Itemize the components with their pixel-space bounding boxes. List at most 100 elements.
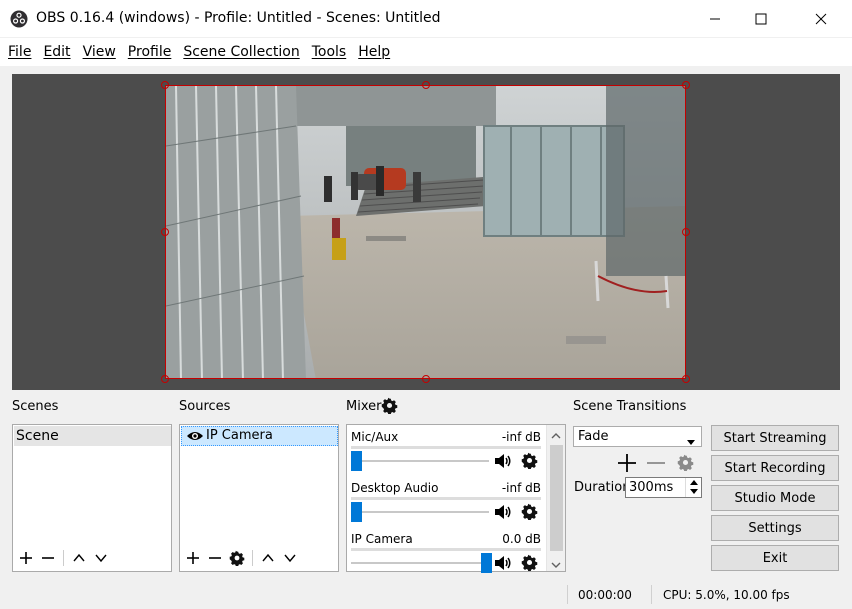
title-bar: OBS 0.16.4 (windows) - Profile: Untitled… [0,0,852,38]
speaker-mute-icon[interactable] [494,555,512,574]
transition-select[interactable]: Fade [573,426,702,447]
source-list-item[interactable]: IP Camera [181,426,338,446]
resize-handle-bottom-right[interactable] [682,375,690,383]
stream-time: 00:00:00 [578,588,632,602]
remove-transition-button[interactable] [646,453,666,476]
remove-source-button[interactable] [204,547,226,569]
window-title: OBS 0.16.4 (windows) - Profile: Untitled… [36,10,441,26]
menu-scene-collection[interactable]: Scene Collection [177,38,305,66]
volume-slider-thumb[interactable] [481,553,492,573]
status-divider [651,585,652,604]
add-source-button[interactable] [182,547,204,569]
minus-icon [42,557,54,559]
scroll-up-icon[interactable] [551,429,561,443]
add-transition-button[interactable] [617,453,637,476]
volume-meter [351,548,541,551]
plus-icon [20,552,32,564]
spin-arrows[interactable] [685,478,701,497]
move-source-down-button[interactable] [279,547,301,569]
menu-edit[interactable]: Edit [37,38,76,66]
scene-list-item[interactable]: Scene [14,426,171,446]
scenes-panel: Scene [12,424,172,572]
exit-button[interactable]: Exit [711,545,839,571]
volume-slider-thumb[interactable] [351,502,362,522]
minimize-button[interactable] [692,0,738,38]
transition-selected-value: Fade [578,429,609,444]
ip-camera-feed[interactable] [165,85,686,379]
maximize-button[interactable] [738,0,784,38]
menu-tools[interactable]: Tools [306,38,353,66]
minimize-icon [710,18,720,20]
resize-handle-bottom[interactable] [422,375,430,383]
spin-down-icon[interactable] [690,489,698,494]
maximize-icon [755,13,767,25]
sources-toolbar [182,545,337,571]
move-source-up-button[interactable] [257,547,279,569]
obs-logo-icon [10,10,28,28]
eye-visibility-icon[interactable] [186,428,204,450]
mixer-panel: Mic/Aux -inf dB Desktop Audio -inf dB IP… [346,424,566,574]
menu-file[interactable]: File [2,38,37,66]
chevron-down-icon [284,554,296,563]
resize-handle-right[interactable] [682,228,690,236]
settings-button[interactable]: Settings [711,515,839,541]
chevron-down-icon [95,554,107,563]
speaker-mute-icon[interactable] [494,453,512,472]
source-properties-button[interactable] [226,547,248,569]
resize-handle-top-left[interactable] [161,81,169,89]
speaker-mute-icon[interactable] [494,504,512,523]
mixer-channel-db: -inf dB [501,430,541,444]
channel-settings-gear-icon[interactable] [521,554,538,574]
close-icon [815,13,827,25]
add-scene-button[interactable] [15,547,37,569]
mixer-channel-name: Desktop Audio [351,481,439,495]
channel-settings-gear-icon[interactable] [521,503,538,523]
start-streaming-button[interactable]: Start Streaming [711,425,839,451]
menu-help[interactable]: Help [352,38,396,66]
gear-icon [229,550,245,566]
volume-slider-track[interactable] [351,460,489,462]
toolbar-divider [252,550,253,566]
cpu-fps-readout: CPU: 5.0%, 10.00 fps [663,588,790,602]
remove-scene-button[interactable] [37,547,59,569]
scenes-toolbar [15,545,170,571]
studio-mode-button[interactable]: Studio Mode [711,485,839,511]
mixer-settings-gear-icon[interactable] [381,397,398,417]
volume-slider-track[interactable] [351,511,489,513]
close-button[interactable] [798,0,844,38]
menu-view[interactable]: View [77,38,122,66]
volume-meter [351,497,541,500]
menu-bar: File Edit View Profile Scene Collection … [0,38,852,66]
chevron-up-icon [73,553,85,562]
plus-icon [618,454,636,472]
minus-icon [647,462,665,464]
volume-slider-track[interactable] [351,562,489,564]
channel-settings-gear-icon[interactable] [521,452,538,472]
transition-properties-gear-icon[interactable] [677,454,694,474]
scroll-down-icon[interactable] [551,558,561,572]
volume-slider-thumb[interactable] [351,451,362,471]
scene-transitions-label: Scene Transitions [573,399,687,414]
resize-handle-top-right[interactable] [682,81,690,89]
resize-handle-bottom-left[interactable] [161,375,169,383]
resize-handle-top[interactable] [422,81,430,89]
mixer-channel-db: 0.0 dB [502,532,541,546]
move-scene-down-button[interactable] [90,547,112,569]
toolbar-divider [63,550,64,566]
menu-profile[interactable]: Profile [122,38,178,66]
mixer-channel-name: Mic/Aux [351,430,399,444]
resize-handle-left[interactable] [161,228,169,236]
spin-up-icon[interactable] [690,480,698,485]
duration-value: 300ms [629,480,674,495]
duration-spinbox[interactable]: 300ms [625,477,702,498]
chevron-up-icon [262,553,274,562]
start-recording-button[interactable]: Start Recording [711,455,839,481]
status-divider [567,585,568,604]
sources-panel: IP Camera [179,424,339,572]
move-scene-up-button[interactable] [68,547,90,569]
preview-canvas[interactable] [12,74,840,390]
scrollbar-thumb[interactable] [550,445,563,551]
status-bar: 00:00:00 CPU: 5.0%, 10.00 fps [0,580,852,609]
duration-label: Duration [574,480,631,495]
mixer-scrollbar[interactable] [546,425,565,571]
